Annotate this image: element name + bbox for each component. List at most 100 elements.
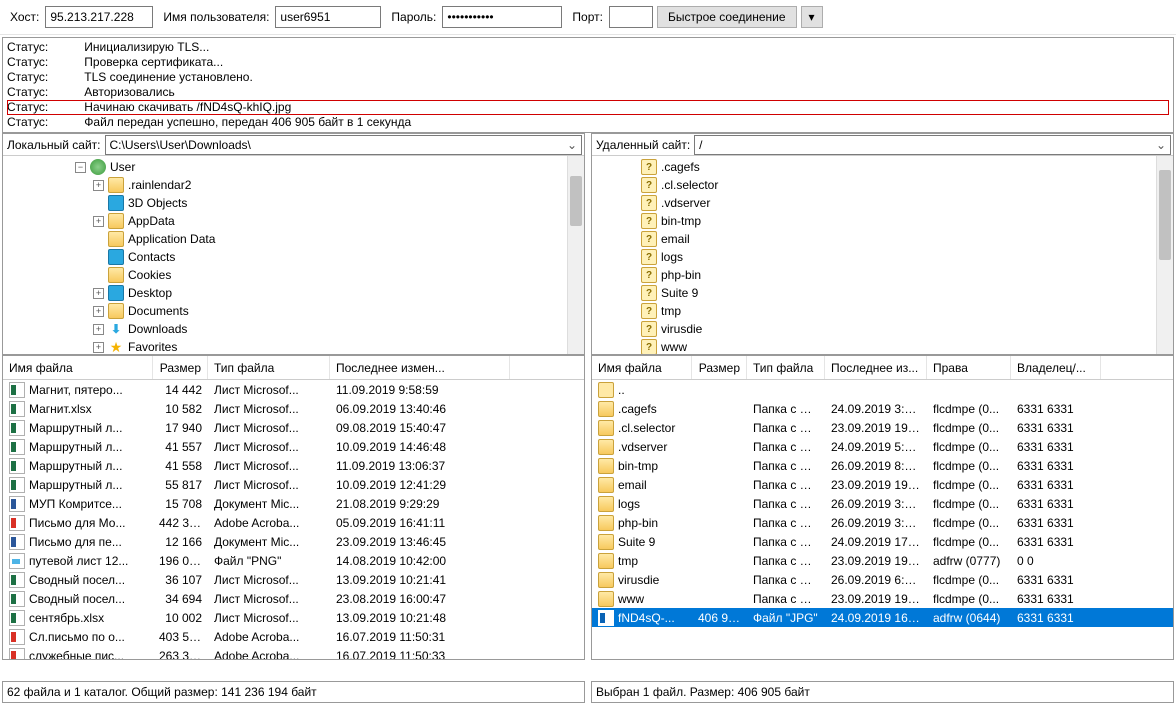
password-input[interactable] [442,6,562,28]
list-row[interactable]: wwwПапка с ф...23.09.2019 19:5...flcdmpe… [592,589,1173,608]
tree-expander[interactable]: − [75,162,86,173]
tree-item[interactable]: tmp [592,302,1173,320]
list-row[interactable]: Маршрутный л...17 940Лист Microsof...09.… [3,418,584,437]
column-header-size[interactable]: Размер [692,356,747,379]
tree-item[interactable]: +Documents [3,302,584,320]
tree-item[interactable]: Application Data [3,230,584,248]
list-row[interactable]: Сл.письмо по о...403 521Adobe Acroba...1… [3,627,584,646]
quickconnect-history-dropdown[interactable]: ▾ [801,6,823,28]
scrollbar[interactable] [1156,156,1173,354]
folder-icon [598,401,614,417]
list-row[interactable]: сентябрь.xlsx10 002Лист Microsof...13.09… [3,608,584,627]
file-date: 21.08.2019 9:29:29 [330,497,510,511]
tree-item[interactable]: .cl.selector [592,176,1173,194]
local-list-header: Имя файла Размер Тип файла Последнее изм… [3,356,584,380]
tree-expander[interactable]: + [93,288,104,299]
list-row[interactable]: МУП Комритсе...15 708Документ Mic...21.0… [3,494,584,513]
list-row[interactable]: Сводный посел...34 694Лист Microsof...23… [3,589,584,608]
tree-item[interactable]: php-bin [592,266,1173,284]
list-row[interactable]: Сводный посел...36 107Лист Microsof...13… [3,570,584,589]
list-row[interactable]: tmpПапка с ф...23.09.2019 19:5...adfrw (… [592,551,1173,570]
tree-item[interactable]: Suite 9 [592,284,1173,302]
tree-expander[interactable]: + [93,342,104,353]
column-header-permissions[interactable]: Права [927,356,1011,379]
quickconnect-button[interactable]: Быстрое соединение [657,6,797,28]
list-row[interactable]: Маршрутный л...41 557Лист Microsof...10.… [3,437,584,456]
list-row[interactable]: путевой лист 12...196 007Файл "PNG"14.08… [3,551,584,570]
list-row[interactable]: служебные пис...263 362Adobe Acroba...16… [3,646,584,659]
list-row[interactable]: php-binПапка с ф...26.09.2019 3:01...flc… [592,513,1173,532]
tree-item[interactable]: + AppData [3,212,584,230]
up-icon [598,382,614,398]
tree-item[interactable]: email [592,230,1173,248]
local-status-bar: 62 файла и 1 каталог. Общий размер: 141 … [2,681,585,703]
list-row[interactable]: .cl.selectorПапка с ф...23.09.2019 19:5.… [592,418,1173,437]
log-key: Статус: [7,55,48,70]
tree-item[interactable]: bin-tmp [592,212,1173,230]
file-name: fND4sQ-... [618,611,675,625]
file-owner: 6331 6331 [1011,573,1101,587]
list-row[interactable]: emailПапка с ф...23.09.2019 19:5...flcdm… [592,475,1173,494]
file-owner: 6331 6331 [1011,516,1101,530]
tree-item[interactable]: +.rainlendar2 [3,176,584,194]
list-row[interactable]: virusdieПапка с ф...26.09.2019 6:11...fl… [592,570,1173,589]
file-type: Документ Mic... [208,497,330,511]
list-row[interactable]: Suite 9Папка с ф...24.09.2019 17:1...flc… [592,532,1173,551]
list-row[interactable]: Магнит, пятеро...14 442Лист Microsof...1… [3,380,584,399]
tree-item[interactable]: +Desktop [3,284,584,302]
file-perms: flcdmpe (0... [927,402,1011,416]
column-header-owner[interactable]: Владелец/... [1011,356,1101,379]
blue-icon [108,249,124,265]
excel-icon [9,439,25,455]
list-row[interactable]: Письмо для Мо...442 313Adobe Acroba...05… [3,513,584,532]
tree-expander[interactable]: + [93,216,104,227]
folder-icon [598,496,614,512]
list-row[interactable]: logsПапка с ф...26.09.2019 3:38...flcdmp… [592,494,1173,513]
tree-item[interactable]: www [592,338,1173,354]
file-date: 24.09.2019 5:55... [825,440,927,454]
port-input[interactable] [609,6,653,28]
tree-item[interactable]: +★Favorites [3,338,584,354]
list-row[interactable]: .. [592,380,1173,399]
list-row[interactable]: Письмо для пе...12 166Документ Mic...23.… [3,532,584,551]
file-date: 24.09.2019 3:00... [825,402,927,416]
list-row[interactable]: Маршрутный л...41 558Лист Microsof...11.… [3,456,584,475]
remote-path-input[interactable]: / ⌄ [694,135,1171,155]
list-row[interactable]: fND4sQ-...406 905Файл "JPG"24.09.2019 16… [592,608,1173,627]
list-row[interactable]: Маршрутный л...55 817Лист Microsof...10.… [3,475,584,494]
log-key: Статус: [7,115,48,130]
file-name: Сл.письмо по о... [29,630,125,644]
tree-expander[interactable]: + [93,324,104,335]
tree-label: AppData [128,214,175,228]
column-header-name[interactable]: Имя файла [592,356,692,379]
column-header-name[interactable]: Имя файла [3,356,153,379]
list-row[interactable]: bin-tmpПапка с ф...26.09.2019 8:28...flc… [592,456,1173,475]
file-owner: 6331 6331 [1011,459,1101,473]
column-header-modified[interactable]: Последнее измен... [330,356,510,379]
tree-item[interactable]: .cagefs [592,158,1173,176]
tree-item[interactable]: logs [592,248,1173,266]
file-name: сентябрь.xlsx [29,611,104,625]
list-row[interactable]: .vdserverПапка с ф...24.09.2019 5:55...f… [592,437,1173,456]
tree-expander[interactable]: + [93,180,104,191]
log-msg: Авторизовались [84,85,174,100]
tree-item[interactable]: Contacts [3,248,584,266]
column-header-type[interactable]: Тип файла [747,356,825,379]
tree-item[interactable]: virusdie [592,320,1173,338]
column-header-modified[interactable]: Последнее из... [825,356,927,379]
list-row[interactable]: Магнит.xlsx10 582Лист Microsof...06.09.2… [3,399,584,418]
tree-item[interactable]: .vdserver [592,194,1173,212]
tree-item[interactable]: +⬇Downloads [3,320,584,338]
column-header-size[interactable]: Размер [153,356,208,379]
username-input[interactable] [275,6,381,28]
list-row[interactable]: .cagefsПапка с ф...24.09.2019 3:00...flc… [592,399,1173,418]
file-perms: adfrw (0777) [927,554,1011,568]
column-header-type[interactable]: Тип файла [208,356,330,379]
scrollbar[interactable] [567,156,584,354]
tree-item[interactable]: −User [3,158,584,176]
host-input[interactable] [45,6,153,28]
tree-item[interactable]: Cookies [3,266,584,284]
local-path-input[interactable]: C:\Users\User\Downloads\ ⌄ [105,135,583,155]
tree-item[interactable]: 3D Objects [3,194,584,212]
tree-expander[interactable]: + [93,306,104,317]
